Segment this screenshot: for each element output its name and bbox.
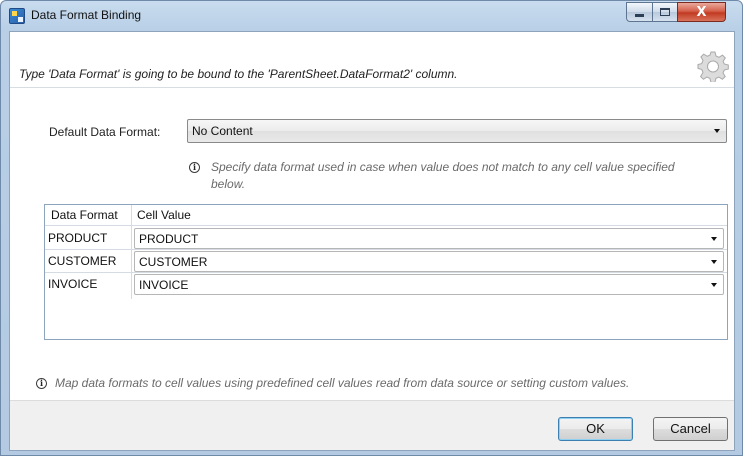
default-format-hint: Specify data format used in case when va… (211, 160, 675, 191)
data-format-cell: PRODUCT (48, 231, 108, 245)
close-icon: X (696, 4, 707, 20)
window-title: Data Format Binding (31, 8, 142, 22)
info-icon: i (36, 378, 47, 389)
close-button[interactable]: X (677, 2, 726, 22)
table-row[interactable]: PRODUCT PRODUCT (45, 227, 727, 250)
title-bar[interactable]: Data Format Binding X (1, 1, 742, 31)
cell-value-dropdown[interactable]: PRODUCT (134, 228, 724, 249)
cell-value-selected: CUSTOMER (139, 255, 208, 269)
mapping-hint: Map data formats to cell values using pr… (55, 376, 630, 390)
format-mapping-table: Data Format Cell Value PRODUCT PRODUCT C… (44, 204, 728, 340)
maximize-icon (660, 8, 670, 16)
dialog-body: Type 'Data Format' is going to be bound … (9, 31, 735, 451)
info-icon: i (189, 162, 200, 173)
cell-value-dropdown[interactable]: INVOICE (134, 274, 724, 295)
header-panel: Type 'Data Format' is going to be bound … (10, 32, 734, 88)
data-format-cell: CUSTOMER (48, 254, 117, 268)
cell-value-selected: PRODUCT (139, 232, 199, 246)
chevron-down-icon (711, 283, 717, 287)
gear-icon (697, 51, 729, 82)
table-row[interactable]: INVOICE INVOICE (45, 273, 727, 296)
button-bar: OK Cancel (10, 400, 734, 450)
minimize-button[interactable] (626, 2, 653, 22)
table-header: Data Format Cell Value (45, 205, 727, 226)
cell-value-dropdown[interactable]: CUSTOMER (134, 251, 724, 272)
default-format-label: Default Data Format: (49, 125, 161, 139)
data-format-binding-dialog: Data Format Binding X Type 'Data Format'… (0, 0, 743, 456)
app-icon (9, 8, 25, 24)
maximize-button[interactable] (652, 2, 678, 22)
default-format-selected: No Content (192, 124, 253, 138)
column-header-cell-value: Cell Value (137, 208, 191, 222)
ok-button[interactable]: OK (558, 417, 633, 441)
data-format-cell: INVOICE (48, 277, 98, 291)
chevron-down-icon (711, 260, 717, 264)
cancel-button[interactable]: Cancel (653, 417, 728, 441)
chevron-down-icon (711, 237, 717, 241)
minimize-icon (635, 13, 644, 17)
binding-message: Type 'Data Format' is going to be bound … (19, 67, 458, 81)
cell-value-selected: INVOICE (139, 278, 189, 292)
column-header-data-format: Data Format (51, 208, 118, 222)
table-row[interactable]: CUSTOMER CUSTOMER (45, 250, 727, 273)
default-format-dropdown[interactable]: No Content (187, 119, 727, 143)
chevron-down-icon (714, 129, 720, 133)
